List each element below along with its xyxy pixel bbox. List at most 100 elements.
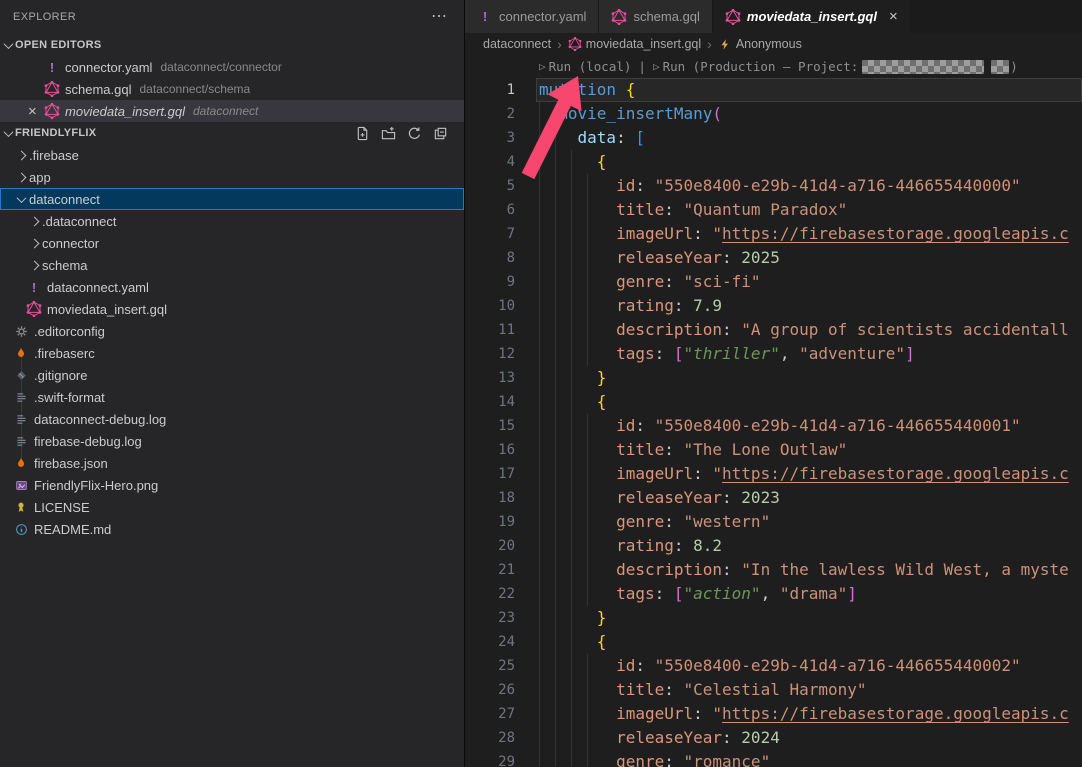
code-line-content: data: [ xyxy=(539,126,645,150)
line-number: 11 xyxy=(465,318,515,342)
tree-item-label: .swift-format xyxy=(34,390,105,405)
code-line-8[interactable]: 8 releaseYear: 2025 xyxy=(465,246,1082,270)
code-line-1[interactable]: 1mutation { xyxy=(465,78,1082,102)
code-line-18[interactable]: 18 releaseYear: 2023 xyxy=(465,486,1082,510)
code-line-13[interactable]: 13 } xyxy=(465,366,1082,390)
graphql-icon xyxy=(44,81,60,97)
code-line-9[interactable]: 9 genre: "sci-fi" xyxy=(465,270,1082,294)
code-line-25[interactable]: 25 id: "550e8400-e29b-41d4-a716-44665544… xyxy=(465,654,1082,678)
tree-item-label: README.md xyxy=(34,522,111,537)
code-line-10[interactable]: 10 rating: 7.9 xyxy=(465,294,1082,318)
code-line-20[interactable]: 20 rating: 8.2 xyxy=(465,534,1082,558)
code-line-29[interactable]: 29 genre: "romance" xyxy=(465,750,1082,767)
git-icon xyxy=(13,367,29,383)
code-line-28[interactable]: 28 releaseYear: 2024 xyxy=(465,726,1082,750)
open-editor-item[interactable]: schema.gqldataconnect/schema xyxy=(0,78,464,100)
tree-item-.firebase[interactable]: .firebase xyxy=(0,144,464,166)
new-file-button[interactable] xyxy=(354,125,371,142)
collapse-all-button[interactable] xyxy=(432,125,449,142)
code-line-4[interactable]: 4 { xyxy=(465,150,1082,174)
tree-item-.gitignore[interactable]: .gitignore xyxy=(0,364,464,386)
tree-item-schema[interactable]: schema xyxy=(0,254,464,276)
new-folder-button[interactable] xyxy=(380,125,397,142)
tree-item-dataconnect.yaml[interactable]: !dataconnect.yaml xyxy=(0,276,464,298)
graphql-icon xyxy=(568,37,582,51)
code-line-23[interactable]: 23 } xyxy=(465,606,1082,630)
tree-item-app[interactable]: app xyxy=(0,166,464,188)
tree-item-label: .editorconfig xyxy=(34,324,105,339)
code-line-26[interactable]: 26 title: "Celestial Harmony" xyxy=(465,678,1082,702)
tree-item-.firebaserc[interactable]: .firebaserc xyxy=(0,342,464,364)
explorer-sidebar: EXPLORER ⋯ OPEN EDITORS !connector.yamld… xyxy=(0,0,465,767)
open-editor-item[interactable]: !connector.yamldataconnect/connector xyxy=(0,56,464,78)
code-line-14[interactable]: 14 { xyxy=(465,390,1082,414)
chevron-right-icon xyxy=(29,238,39,248)
code-line-content: releaseYear: 2023 xyxy=(539,486,780,510)
tree-item-FriendlyFlix-Hero.png[interactable]: FriendlyFlix-Hero.png xyxy=(0,474,464,496)
codelens-run-local[interactable]: ▷ Run (local) xyxy=(539,59,631,74)
code-line-content: } xyxy=(539,366,606,390)
code-line-5[interactable]: 5 id: "550e8400-e29b-41d4-a716-446655440… xyxy=(465,174,1082,198)
code-line-content: title: "Celestial Harmony" xyxy=(539,678,867,702)
code-line-11[interactable]: 11 description: "A group of scientists a… xyxy=(465,318,1082,342)
open-editor-item[interactable]: ×moviedata_insert.gqldataconnect xyxy=(0,100,464,122)
tree-item-label: firebase.json xyxy=(34,456,108,471)
breadcrumb: dataconnect›moviedata_insert.gql›Anonymo… xyxy=(465,33,1082,55)
code-line-17[interactable]: 17 imageUrl: "https://firebasestorage.go… xyxy=(465,462,1082,486)
code-line-22[interactable]: 22 tags: ["action", "drama"] xyxy=(465,582,1082,606)
chevron-down-icon xyxy=(4,39,14,49)
tree-item-label: LICENSE xyxy=(34,500,90,515)
codelens-run-production[interactable]: ▷ Run (Production – Project: ) xyxy=(653,59,1018,74)
refresh-button[interactable] xyxy=(406,125,423,142)
tree-item-firebase.json[interactable]: firebase.json xyxy=(0,452,464,474)
tree-item-LICENSE[interactable]: LICENSE xyxy=(0,496,464,518)
open-editor-description: dataconnect/schema xyxy=(139,82,250,96)
close-icon[interactable]: × xyxy=(28,104,44,119)
code-line-3[interactable]: 3 data: [ xyxy=(465,126,1082,150)
project-root-header[interactable]: FRIENDLYFLIX xyxy=(0,122,464,144)
code-line-16[interactable]: 16 title: "The Lone Outlaw" xyxy=(465,438,1082,462)
tree-item-label: dataconnect xyxy=(29,192,100,207)
firebase-flame-icon xyxy=(13,345,29,361)
tab-moviedata_insert.gql[interactable]: moviedata_insert.gql× xyxy=(713,0,911,33)
document-lines-icon xyxy=(13,433,29,449)
tree-item-label: connector xyxy=(42,236,99,251)
open-editors-header[interactable]: OPEN EDITORS xyxy=(0,34,464,56)
tree-item-connector[interactable]: connector xyxy=(0,232,464,254)
tree-item-.editorconfig[interactable]: .editorconfig xyxy=(0,320,464,342)
code-line-12[interactable]: 12 tags: ["thriller", "adventure"] xyxy=(465,342,1082,366)
code-line-19[interactable]: 19 genre: "western" xyxy=(465,510,1082,534)
tree-item-.swift-format[interactable]: .swift-format xyxy=(0,386,464,408)
tree-item-.dataconnect[interactable]: .dataconnect xyxy=(0,210,464,232)
line-number: 12 xyxy=(465,342,515,366)
code-line-6[interactable]: 6 title: "Quantum Paradox" xyxy=(465,198,1082,222)
code-line-content: imageUrl: "https://firebasestorage.googl… xyxy=(539,222,1069,246)
line-number: 16 xyxy=(465,438,515,462)
tree-item-README.md[interactable]: README.md xyxy=(0,518,464,540)
tree-item-dataconnect-debug.log[interactable]: dataconnect-debug.log xyxy=(0,408,464,430)
code-line-21[interactable]: 21 description: "In the lawless Wild Wes… xyxy=(465,558,1082,582)
code-line-7[interactable]: 7 imageUrl: "https://firebasestorage.goo… xyxy=(465,222,1082,246)
line-number: 19 xyxy=(465,510,515,534)
code-line-15[interactable]: 15 id: "550e8400-e29b-41d4-a716-44665544… xyxy=(465,414,1082,438)
tree-item-moviedata_insert.gql[interactable]: moviedata_insert.gql xyxy=(0,298,464,320)
tree-item-firebase-debug.log[interactable]: firebase-debug.log xyxy=(0,430,464,452)
code-line-2[interactable]: 2 movie_insertMany( xyxy=(465,102,1082,126)
tab-schema.gql[interactable]: schema.gql xyxy=(599,0,712,33)
tab-connector.yaml[interactable]: !connector.yaml xyxy=(465,0,599,33)
graphql-icon xyxy=(611,9,627,25)
breadcrumb-item-moviedata_insert.gql[interactable]: moviedata_insert.gql xyxy=(568,37,701,51)
tree-item-label: schema xyxy=(42,258,88,273)
breadcrumb-item-dataconnect[interactable]: dataconnect xyxy=(483,37,551,51)
tree-item-label: firebase-debug.log xyxy=(34,434,142,449)
more-actions-icon[interactable]: ⋯ xyxy=(431,12,448,22)
code-line-27[interactable]: 27 imageUrl: "https://firebasestorage.go… xyxy=(465,702,1082,726)
code-line-24[interactable]: 24 { xyxy=(465,630,1082,654)
close-icon[interactable]: × xyxy=(889,9,898,24)
breadcrumb-item-Anonymous[interactable]: Anonymous xyxy=(718,37,802,51)
tree-item-dataconnect[interactable]: dataconnect xyxy=(0,188,464,210)
code-line-content: description: "A group of scientists acci… xyxy=(539,318,1069,342)
line-number: 6 xyxy=(465,198,515,222)
line-number: 8 xyxy=(465,246,515,270)
code-line-content: id: "550e8400-e29b-41d4-a716-44665544000… xyxy=(539,654,1021,678)
